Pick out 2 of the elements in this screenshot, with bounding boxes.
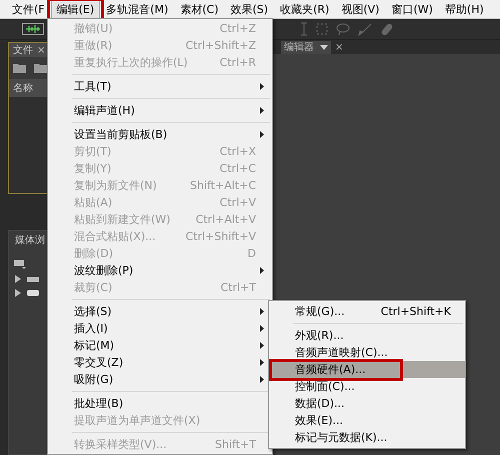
tab-label: 编辑器 — [284, 40, 314, 54]
tab-label: 文件 — [13, 44, 33, 57]
